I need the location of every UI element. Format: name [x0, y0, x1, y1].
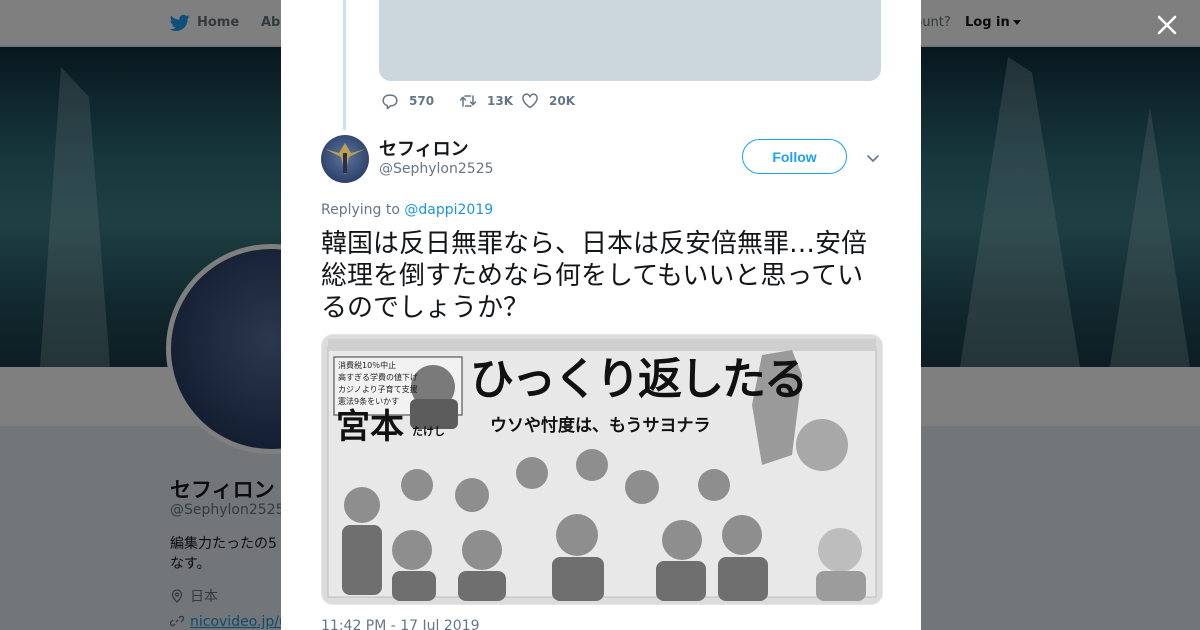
reply-count: 570 [409, 94, 435, 108]
tweet-author-avatar[interactable] [321, 135, 369, 183]
retweet-icon [459, 95, 477, 107]
like-count: 20K [549, 94, 575, 108]
reply-icon [382, 94, 398, 110]
tweet-author-handle[interactable]: @Sephylon2525 [379, 161, 494, 177]
reply-action[interactable]: 570 [381, 92, 434, 110]
tweet-photo[interactable]: ひっくり返したる ウソや忖度は、もうサヨナラ 宮本 たけし 消費税10％中止 高… [321, 334, 883, 605]
follow-button[interactable]: Follow [742, 139, 847, 174]
heart-icon [522, 93, 538, 109]
ad-headline: ひっくり返したる [470, 354, 808, 405]
ad-policy-item: 憲法9条をいかす [338, 397, 400, 406]
tweet-text: 韓国は反日無罪なら、日本は反安倍無罪…安倍総理を倒すためなら何をしてもいいと思っ… [321, 229, 868, 323]
ad-subhead: ウソや忖度は、もうサヨナラ [490, 416, 711, 436]
thread-connector-line [343, 0, 346, 130]
ad-policy-item: 消費税10％中止 [338, 361, 397, 370]
retweet-action[interactable]: 13K [459, 92, 513, 110]
avatar-emblem-icon [325, 143, 365, 175]
tweet-timestamp[interactable]: 11:42 PM - 17 Jul 2019 [321, 618, 480, 630]
close-icon[interactable] [1154, 12, 1180, 38]
previous-tweet-media[interactable] [379, 0, 881, 81]
chevron-down-icon[interactable] [865, 150, 881, 166]
replying-to-handle-link[interactable]: @dappi2019 [404, 202, 493, 218]
replying-to-label: Replying to [321, 202, 400, 218]
tweet-author-name[interactable]: セフィロン [379, 135, 469, 161]
ad-policy-list: 消費税10％中止 高すぎる学費の値下げ カジノより子育て支援 憲法9条をいかす [338, 360, 458, 408]
retweet-count: 13K [487, 94, 513, 108]
ad-policy-item: カジノより子育て支援 [338, 385, 418, 394]
replying-to: Replying to @dappi2019 [321, 202, 493, 218]
ad-candidate-given-name: たけし [412, 425, 445, 438]
tweet-permalink-modal: 570 13K 20K セフィロン @Sephylon2525 Follow R… [281, 0, 921, 630]
ad-policy-item: 高すぎる学費の値下げ [338, 373, 418, 382]
like-action[interactable]: 20K [521, 92, 575, 110]
